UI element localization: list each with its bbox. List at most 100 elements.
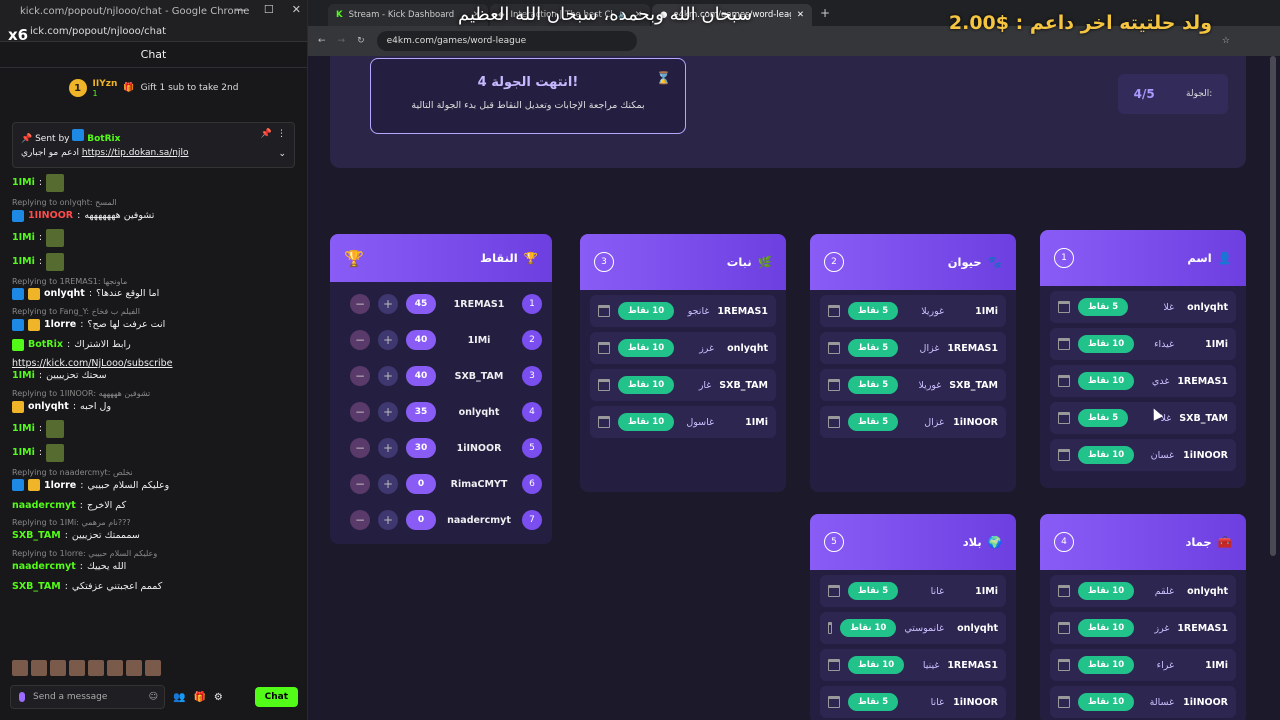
reload-icon[interactable]: ↻ xyxy=(357,36,365,46)
points-toggle[interactable]: 5 نقاط xyxy=(848,582,899,600)
points-toggle[interactable]: 10 نقاط xyxy=(1078,582,1135,600)
top-gifter[interactable]: 1 IIYzn 1 🎁 Gift 1 sub to take 2nd xyxy=(0,68,307,108)
trash-icon[interactable] xyxy=(828,379,840,391)
page-scrollbar[interactable] xyxy=(1270,56,1276,556)
chat-username[interactable]: 1IMi xyxy=(12,256,35,267)
minus-button[interactable]: − xyxy=(350,474,370,494)
url-input[interactable]: e4km.com/games/word-league xyxy=(376,31,637,51)
mic-icon[interactable] xyxy=(19,692,25,702)
gift-icon[interactable]: 🎁 xyxy=(193,692,205,703)
chat-username[interactable]: SXB_TAM xyxy=(12,581,61,592)
chevron-down-icon[interactable]: ⌄ xyxy=(278,149,286,159)
points-toggle[interactable]: 5 نقاط xyxy=(848,302,899,320)
plus-button[interactable]: + xyxy=(378,402,398,422)
more-options-icon[interactable]: ⋮ xyxy=(277,129,286,139)
points-toggle[interactable]: 5 نقاط xyxy=(848,376,899,394)
points-toggle[interactable]: 5 نقاط xyxy=(1078,298,1129,316)
plus-button[interactable]: + xyxy=(378,438,398,458)
plus-button[interactable]: + xyxy=(378,510,398,530)
points-toggle[interactable]: 10 نقاط xyxy=(618,376,675,394)
chat-username[interactable]: 1IINOOR xyxy=(28,210,73,221)
emote-image[interactable] xyxy=(12,660,28,676)
trash-icon[interactable] xyxy=(1058,338,1070,350)
trash-icon[interactable] xyxy=(828,585,840,597)
emote-image[interactable] xyxy=(31,660,47,676)
trash-icon[interactable] xyxy=(1058,449,1070,461)
chat-url[interactable]: ick.com/popout/njlooo/chat xyxy=(0,22,307,42)
gear-icon[interactable]: ⚙ xyxy=(214,692,223,703)
minus-button[interactable]: − xyxy=(350,330,370,350)
chat-username[interactable]: naadercmyt xyxy=(12,500,76,511)
minus-button[interactable]: − xyxy=(350,366,370,386)
trash-icon[interactable] xyxy=(598,305,610,317)
trash-icon[interactable] xyxy=(598,416,610,428)
chat-send-button[interactable]: Chat xyxy=(254,687,298,707)
trash-icon[interactable] xyxy=(1058,412,1070,424)
subscribe-link[interactable]: https://kick.com/NjLooo/subscribe xyxy=(12,358,173,369)
chat-username[interactable]: 1IMi xyxy=(12,232,35,243)
points-toggle[interactable]: 10 نقاط xyxy=(1078,693,1135,711)
points-toggle[interactable]: 5 نقاط xyxy=(848,339,899,357)
points-toggle[interactable]: 5 نقاط xyxy=(1078,409,1129,427)
points-toggle[interactable]: 10 نقاط xyxy=(1078,619,1135,637)
points-toggle[interactable]: 10 نقاط xyxy=(1078,372,1135,390)
trash-icon[interactable] xyxy=(1058,622,1070,634)
trash-icon[interactable] xyxy=(1058,301,1070,313)
trash-icon[interactable] xyxy=(828,696,840,708)
trash-icon[interactable] xyxy=(1058,375,1070,387)
plus-button[interactable]: + xyxy=(378,330,398,350)
points-toggle[interactable]: 10 نقاط xyxy=(1078,335,1135,353)
back-icon[interactable]: ← xyxy=(318,36,326,46)
new-tab-icon[interactable]: + xyxy=(820,6,830,20)
trash-icon[interactable] xyxy=(1058,696,1070,708)
close-icon[interactable]: ✕ xyxy=(292,3,301,16)
chat-username[interactable]: 1lorre xyxy=(44,480,76,491)
points-toggle[interactable]: 10 نقاط xyxy=(618,302,675,320)
plus-button[interactable]: + xyxy=(378,474,398,494)
points-toggle[interactable]: 10 نقاط xyxy=(1078,656,1135,674)
chat-username[interactable]: onlyqht xyxy=(28,401,69,412)
star-icon[interactable]: ☆ xyxy=(1222,36,1230,46)
points-toggle[interactable]: 5 نقاط xyxy=(848,413,899,431)
emote-image[interactable] xyxy=(88,660,104,676)
points-toggle[interactable]: 10 نقاط xyxy=(618,413,675,431)
points-toggle[interactable]: 5 نقاط xyxy=(848,693,899,711)
emote-image[interactable] xyxy=(69,660,85,676)
trash-icon[interactable] xyxy=(1058,659,1070,671)
points-toggle[interactable]: 10 نقاط xyxy=(840,619,897,637)
points-toggle[interactable]: 10 نقاط xyxy=(1078,446,1135,464)
trash-icon[interactable] xyxy=(1058,585,1070,597)
chat-username[interactable]: naadercmyt xyxy=(12,561,76,572)
chat-username[interactable]: 1IMi xyxy=(12,447,35,458)
chat-username[interactable]: 1IMi xyxy=(12,177,35,188)
plus-button[interactable]: + xyxy=(378,366,398,386)
chat-username[interactable]: 1lorre xyxy=(44,319,76,330)
trash-icon[interactable] xyxy=(828,622,833,634)
trash-icon[interactable] xyxy=(828,416,840,428)
chat-username[interactable]: BotRix xyxy=(28,339,63,350)
minus-button[interactable]: − xyxy=(350,510,370,530)
chat-username[interactable]: 1IMi xyxy=(12,370,35,381)
emote-image[interactable] xyxy=(145,660,161,676)
maximize-icon[interactable]: ☐ xyxy=(264,3,274,16)
minus-button[interactable]: − xyxy=(350,438,370,458)
chat-username[interactable]: onlyqht xyxy=(44,288,85,299)
pin-toggle-icon[interactable]: 📌 xyxy=(261,129,272,139)
emoji-icon[interactable]: ☺ xyxy=(149,692,158,702)
trash-icon[interactable] xyxy=(598,379,610,391)
points-toggle[interactable]: 10 نقاط xyxy=(848,656,905,674)
minus-button[interactable]: − xyxy=(350,402,370,422)
chat-username[interactable]: 1IMi xyxy=(12,423,35,434)
emote-image[interactable] xyxy=(126,660,142,676)
forward-icon[interactable]: → xyxy=(338,36,346,46)
users-icon[interactable]: 👥 xyxy=(173,692,185,703)
chat-username[interactable]: SXB_TAM xyxy=(12,530,61,541)
trash-icon[interactable] xyxy=(828,659,840,671)
minimize-icon[interactable]: — xyxy=(235,3,246,16)
trash-icon[interactable] xyxy=(828,342,840,354)
trash-icon[interactable] xyxy=(828,305,840,317)
points-toggle[interactable]: 10 نقاط xyxy=(618,339,675,357)
emote-image[interactable] xyxy=(50,660,66,676)
pinned-link[interactable]: https://tip.dokan.sa/njlo xyxy=(82,148,189,158)
minus-button[interactable]: − xyxy=(350,294,370,314)
